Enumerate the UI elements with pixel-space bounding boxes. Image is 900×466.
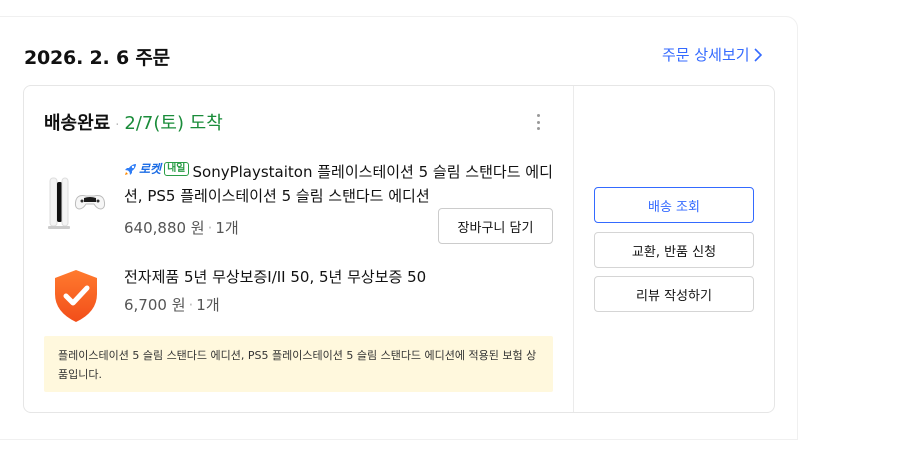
product-price: 640,880 원 [124,219,205,237]
insurance-notice: 플레이스테이션 5 슬림 스탠다드 에디션, PS5 플레이스테이션 5 슬림 … [44,336,553,392]
order-card: 배송완료 · 2/7(토) 도착 로켓 내일 SonyPlaystaiton 플… [23,85,775,413]
insurance-price-row: 6,700 원 · 1개 [124,296,220,314]
add-to-cart-button[interactable]: 장바구니 담기 [438,208,553,244]
status-separator: · [115,118,120,133]
product-qty: 1개 [215,219,239,237]
order-date-title: 2026. 2. 6 주문 [24,47,170,69]
rocket-icon [125,164,136,175]
kebab-menu-icon[interactable] [530,112,546,132]
delivery-status: 배송완료 · 2/7(토) 도착 [44,109,223,135]
insurance-qty: 1개 [196,296,220,314]
insurance-title[interactable]: 전자제품 5년 무상보증I/II 50, 5년 무상보증 50 [124,266,426,287]
insurance-price: 6,700 원 [124,296,186,314]
rocket-badge-label: 로켓 [139,162,162,176]
arrival-date: 2/7(토) 도착 [124,113,223,134]
delivery-status-label: 배송완료 [44,113,111,134]
chevron-right-icon [754,47,762,62]
product-price-row: 640,880 원 · 1개 [124,219,239,237]
order-detail-link-label: 주문 상세보기 [662,46,750,64]
track-delivery-button[interactable]: 배송 조회 [594,187,754,223]
card-divider [573,86,574,412]
tomorrow-badge: 내일 [164,162,189,176]
exchange-return-button[interactable]: 교환, 반품 신청 [594,232,754,268]
order-detail-link[interactable]: 주문 상세보기 [662,44,762,65]
product-title-row[interactable]: 로켓 내일 SonyPlaystaiton 플레이스테이션 5 슬림 스탠다드 … [124,157,564,208]
ps5-product-image[interactable] [46,172,106,232]
write-review-button[interactable]: 리뷰 작성하기 [594,276,754,312]
rocket-badge: 로켓 내일 [124,157,189,181]
shield-check-icon [55,270,97,322]
